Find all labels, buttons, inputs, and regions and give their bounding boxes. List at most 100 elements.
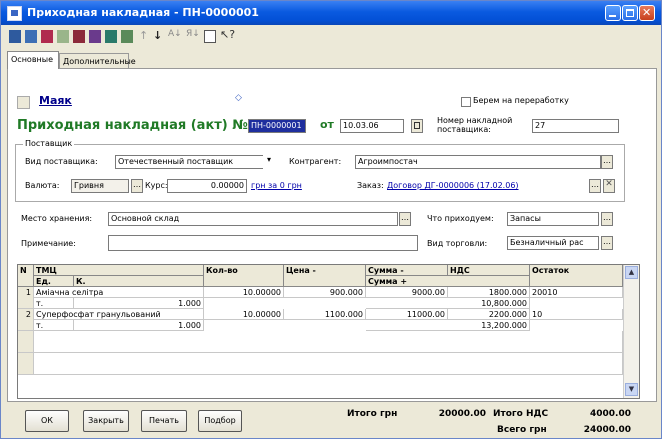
organization-link[interactable]: Маяк <box>39 94 72 107</box>
order-clear-icon[interactable]: ✕ <box>603 179 615 193</box>
arrow-down-icon[interactable]: ↓ <box>153 29 162 42</box>
order-select-button[interactable]: … <box>589 179 601 193</box>
empty-row <box>18 331 34 353</box>
filter-icon[interactable] <box>89 30 101 43</box>
help-icon[interactable] <box>204 30 216 43</box>
selection-button[interactable]: Подбор <box>198 410 242 432</box>
scroll-up-icon[interactable]: ▲ <box>625 266 638 279</box>
storage-select-button[interactable]: … <box>399 212 411 226</box>
trade-field[interactable]: Безналичный рас <box>507 236 599 250</box>
row-sum[interactable]: 9000.00 <box>366 287 448 298</box>
calendar-button[interactable] <box>411 119 423 133</box>
row-sum[interactable]: 11000.00 <box>366 309 448 320</box>
note-field[interactable] <box>108 235 418 251</box>
edit-icon[interactable] <box>57 30 69 43</box>
window-title: Приходная накладная - ПН-0000001 <box>27 6 259 19</box>
tab-additional[interactable]: Дополнительные <box>59 53 136 68</box>
row-price[interactable]: 900.000 <box>284 287 366 298</box>
supplier-type-select[interactable]: Отечественный поставщик <box>115 155 265 169</box>
row-qty[interactable]: 10.00000 <box>204 309 284 320</box>
scroll-down-icon[interactable]: ▼ <box>625 383 638 396</box>
supplier-invoice-field[interactable]: 27 <box>532 119 619 133</box>
row-k[interactable]: 1.000 <box>74 298 204 309</box>
col-header-sum-minus: Сумма - <box>366 265 448 276</box>
row-item-name[interactable]: Суперфосфат гранульований <box>34 309 204 320</box>
empty-row <box>34 353 623 375</box>
row-sum-plus[interactable]: 13,200.000 <box>366 320 530 331</box>
date-label: от <box>320 118 334 131</box>
reprocess-label: Берем на переработку <box>473 96 569 105</box>
minimize-button[interactable] <box>605 5 621 21</box>
reprocess-checkbox[interactable] <box>461 97 471 107</box>
document-window: Приходная накладная - ПН-0000001 ✕ ↑ ↓ A… <box>0 0 662 439</box>
storage-place-field[interactable]: Основной склад <box>108 212 398 226</box>
doc-number-field[interactable]: ПН-0000001 <box>248 119 306 133</box>
what-label: Что приходуем: <box>427 214 494 223</box>
col-header-n: N <box>18 265 34 287</box>
row-item-name[interactable]: Аміачна селітра <box>34 287 204 298</box>
row-k[interactable]: 1.000 <box>74 320 204 331</box>
rate-field[interactable]: 0.00000 <box>167 179 247 193</box>
sort-desc-icon[interactable]: Я↓ <box>186 29 200 39</box>
order-label: Заказ: <box>357 181 384 190</box>
row-unit[interactable]: т. <box>34 298 74 309</box>
row-vat[interactable]: 1800.000 <box>448 287 530 298</box>
vat-total-label: Итого НДС <box>493 409 549 419</box>
col-header-unit: Ед. <box>34 276 74 287</box>
supplier-group-label: Поставщик <box>23 139 75 148</box>
new-icon[interactable] <box>41 30 53 43</box>
currency-field[interactable]: Гривня <box>71 179 129 193</box>
ok-button[interactable]: ОК <box>25 410 69 432</box>
rate-link[interactable]: грн за 0 грн <box>251 181 302 190</box>
counterparty-field[interactable]: Агроимпостач <box>355 155 601 169</box>
col-header-k: К. <box>74 276 204 287</box>
row-rest[interactable]: 20010 <box>530 287 623 298</box>
note-label: Примечание: <box>21 239 76 248</box>
title-bar[interactable]: Приходная накладная - ПН-0000001 ✕ <box>1 1 661 25</box>
trade-select-button[interactable]: … <box>601 236 613 250</box>
swap-icon[interactable]: ◇ <box>235 93 242 103</box>
what-select-button[interactable]: … <box>601 212 613 226</box>
org-icon <box>17 96 30 109</box>
row-qty[interactable]: 10.00000 <box>204 287 284 298</box>
save-icon[interactable] <box>9 30 21 43</box>
row-vat[interactable]: 2200.000 <box>448 309 530 320</box>
trade-label: Вид торговли: <box>427 239 488 248</box>
items-table[interactable]: N ТМЦ Ед. К. Кол-во Цена - Сумма - НДС С… <box>17 264 640 399</box>
close-button[interactable]: Закрыть <box>83 410 129 432</box>
rate-label: Курс: <box>145 181 168 190</box>
copy-icon[interactable] <box>25 30 37 43</box>
supplier-invoice-label: Номер накладной поставщика: <box>437 116 513 134</box>
table-scrollbar[interactable]: ▲ ▼ <box>623 265 639 398</box>
counterparty-label: Контрагент: <box>289 157 342 166</box>
row-unit[interactable]: т. <box>34 320 74 331</box>
vat-total-value: 4000.00 <box>590 409 631 419</box>
col-header-vat: НДС <box>448 265 530 276</box>
row-price[interactable]: 1100.000 <box>284 309 366 320</box>
maximize-button[interactable] <box>622 5 638 21</box>
document-icon <box>7 6 22 21</box>
mark-icon[interactable] <box>73 30 85 43</box>
row-rest[interactable]: 10 <box>530 309 623 320</box>
total-value: 20000.00 <box>438 409 486 419</box>
chevron-down-icon[interactable]: ▾ <box>263 155 275 169</box>
print-button[interactable]: Печать <box>141 410 187 432</box>
col-header-sum-plus: Сумма + <box>366 276 530 287</box>
tree-icon[interactable] <box>105 30 117 43</box>
grand-total-label: Всего грн <box>497 425 547 435</box>
counterparty-select-button[interactable]: … <box>601 155 613 169</box>
what-field[interactable]: Запасы <box>507 212 599 226</box>
order-link[interactable]: Договор ДГ-0000006 (17.02.06) <box>387 181 519 190</box>
refresh-icon[interactable] <box>121 30 133 43</box>
close-window-button[interactable]: ✕ <box>639 5 655 21</box>
row-number: 2 <box>18 309 34 331</box>
arrow-up-icon[interactable]: ↑ <box>139 29 148 42</box>
context-help-icon[interactable]: ↖? <box>220 28 235 41</box>
sort-asc-icon[interactable]: A↓ <box>168 29 182 39</box>
supplier-type-value: Отечественный поставщик <box>118 157 234 166</box>
row-sum-plus[interactable]: 10,800.000 <box>366 298 530 309</box>
tab-main[interactable]: Основные <box>7 51 59 69</box>
date-field[interactable]: 10.03.06 <box>340 119 404 133</box>
currency-select-button[interactable]: … <box>131 179 143 193</box>
currency-label: Валюта: <box>25 181 60 190</box>
